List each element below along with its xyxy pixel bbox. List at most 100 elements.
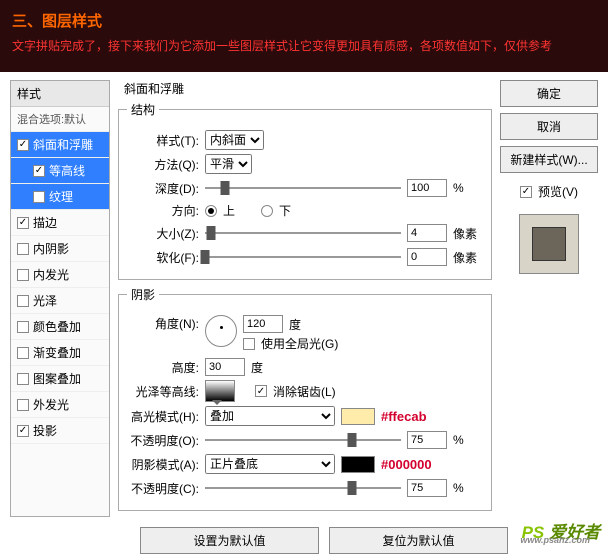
dialog-body: 样式 混合选项:默认 斜面和浮雕 等高线 纹理 描边 内阴影 内发光 光泽 颜色… — [0, 72, 608, 525]
highlight-opacity-label: 不透明度(O): — [127, 432, 199, 449]
antialias-checkbox[interactable] — [255, 385, 267, 397]
checkbox-icon[interactable] — [17, 243, 29, 255]
soften-label: 软化(F): — [127, 249, 199, 266]
highlight-opacity-input[interactable] — [407, 431, 447, 449]
bottom-buttons: 设置为默认值 复位为默认值 — [0, 525, 608, 560]
banner-title: 三、图层样式 — [12, 10, 596, 31]
sidebar-item-label: 纹理 — [49, 188, 73, 205]
shadow-color-swatch[interactable] — [341, 456, 375, 473]
sidebar-item-label: 斜面和浮雕 — [33, 136, 93, 153]
shadow-mode-select[interactable]: 正片叠底 — [205, 454, 335, 474]
soften-slider[interactable] — [205, 247, 401, 267]
intro-banner: 三、图层样式 文字拼贴完成了，接下来我们为它添加一些图层样式让它变得更加具有质感… — [0, 0, 608, 72]
sidebar-item-gradient-overlay[interactable]: 渐变叠加 — [11, 340, 109, 366]
shading-group: 阴影 角度(N): 度 使用全局光(G) 高度:度 光泽等高线:消除锯齿(L) … — [118, 286, 492, 511]
highlight-mode-select[interactable]: 叠加 — [205, 406, 335, 426]
altitude-input[interactable] — [205, 358, 245, 376]
sidebar-item-label: 内阴影 — [33, 240, 69, 257]
direction-down-label: 下 — [279, 202, 291, 219]
highlight-opacity-slider[interactable] — [205, 430, 401, 450]
checkbox-icon[interactable] — [33, 191, 45, 203]
gloss-contour-picker[interactable] — [205, 380, 235, 402]
highlight-hex-label: #ffecab — [381, 409, 427, 424]
sidebar-item-label: 光泽 — [33, 292, 57, 309]
angle-label: 角度(N): — [127, 315, 199, 332]
checkbox-icon[interactable] — [17, 217, 29, 229]
shadow-opacity-slider[interactable] — [205, 478, 401, 498]
sidebar-item-drop-shadow[interactable]: 投影 — [11, 418, 109, 444]
panel-title: 斜面和浮雕 — [124, 80, 492, 97]
direction-up-radio[interactable] — [205, 205, 217, 217]
sidebar-item-satin[interactable]: 光泽 — [11, 288, 109, 314]
styles-sidebar: 样式 混合选项:默认 斜面和浮雕 等高线 纹理 描边 内阴影 内发光 光泽 颜色… — [10, 80, 110, 517]
sidebar-item-label: 外发光 — [33, 396, 69, 413]
technique-select[interactable]: 平滑 — [205, 154, 252, 174]
checkbox-icon[interactable] — [17, 425, 29, 437]
direction-down-radio[interactable] — [261, 205, 273, 217]
size-input[interactable] — [407, 224, 447, 242]
direction-label: 方向: — [127, 202, 199, 219]
sidebar-item-bevel[interactable]: 斜面和浮雕 — [11, 132, 109, 158]
preview-thumbnail — [532, 227, 566, 261]
altitude-unit: 度 — [251, 359, 281, 376]
sidebar-item-label: 描边 — [33, 214, 57, 231]
settings-panel: 斜面和浮雕 结构 样式(T): 内斜面 方法(Q): 平滑 深度(D):% 方向: 上… — [118, 80, 492, 517]
make-default-button[interactable]: 设置为默认值 — [140, 527, 319, 554]
preview-box — [519, 214, 579, 274]
checkbox-icon[interactable] — [17, 295, 29, 307]
highlight-mode-label: 高光模式(H): — [127, 408, 199, 425]
blend-options-item[interactable]: 混合选项:默认 — [11, 107, 109, 132]
checkbox-icon[interactable] — [17, 399, 29, 411]
ok-button[interactable]: 确定 — [500, 80, 598, 107]
sidebar-item-inner-shadow[interactable]: 内阴影 — [11, 236, 109, 262]
structure-group: 结构 样式(T): 内斜面 方法(Q): 平滑 深度(D):% 方向: 上 下 大小(Z… — [118, 101, 492, 280]
sidebar-item-stroke[interactable]: 描边 — [11, 210, 109, 236]
sidebar-item-inner-glow[interactable]: 内发光 — [11, 262, 109, 288]
depth-label: 深度(D): — [127, 180, 199, 197]
shadow-hex-label: #000000 — [381, 457, 432, 472]
cancel-button[interactable]: 取消 — [500, 113, 598, 140]
altitude-label: 高度: — [127, 359, 199, 376]
right-column: 确定 取消 新建样式(W)... 预览(V) — [500, 80, 598, 517]
preview-label: 预览(V) — [538, 183, 578, 200]
checkbox-icon[interactable] — [33, 165, 45, 177]
preview-checkbox[interactable] — [520, 186, 532, 198]
style-label: 样式(T): — [127, 132, 199, 149]
soften-input[interactable] — [407, 248, 447, 266]
sidebar-item-texture[interactable]: 纹理 — [11, 184, 109, 210]
sidebar-item-label: 等高线 — [49, 162, 85, 179]
shading-legend: 阴影 — [127, 286, 159, 303]
sidebar-item-label: 图案叠加 — [33, 370, 81, 387]
size-label: 大小(Z): — [127, 225, 199, 242]
angle-input[interactable] — [243, 315, 283, 333]
checkbox-icon[interactable] — [17, 139, 29, 151]
watermark-url: www.psahz.com — [520, 535, 590, 545]
angle-dial[interactable] — [205, 315, 237, 347]
highlight-color-swatch[interactable] — [341, 408, 375, 425]
sidebar-item-label: 投影 — [33, 422, 57, 439]
checkbox-icon[interactable] — [17, 347, 29, 359]
shadow-opacity-input[interactable] — [407, 479, 447, 497]
checkbox-icon[interactable] — [17, 373, 29, 385]
checkbox-icon[interactable] — [17, 321, 29, 333]
direction-up-label: 上 — [223, 202, 235, 219]
sidebar-item-label: 内发光 — [33, 266, 69, 283]
shadow-opacity-unit: % — [453, 481, 483, 495]
sidebar-item-contour[interactable]: 等高线 — [11, 158, 109, 184]
global-light-checkbox[interactable] — [243, 338, 255, 350]
sidebar-item-color-overlay[interactable]: 颜色叠加 — [11, 314, 109, 340]
reset-default-button[interactable]: 复位为默认值 — [329, 527, 508, 554]
structure-legend: 结构 — [127, 101, 159, 118]
checkbox-icon[interactable] — [17, 269, 29, 281]
sidebar-item-pattern-overlay[interactable]: 图案叠加 — [11, 366, 109, 392]
technique-label: 方法(Q): — [127, 156, 199, 173]
sidebar-item-outer-glow[interactable]: 外发光 — [11, 392, 109, 418]
style-select[interactable]: 内斜面 — [205, 130, 264, 150]
sidebar-item-label: 渐变叠加 — [33, 344, 81, 361]
new-style-button[interactable]: 新建样式(W)... — [500, 146, 598, 173]
depth-unit: % — [453, 181, 483, 195]
depth-input[interactable] — [407, 179, 447, 197]
antialias-label: 消除锯齿(L) — [273, 383, 336, 400]
size-slider[interactable] — [205, 223, 401, 243]
depth-slider[interactable] — [205, 178, 401, 198]
